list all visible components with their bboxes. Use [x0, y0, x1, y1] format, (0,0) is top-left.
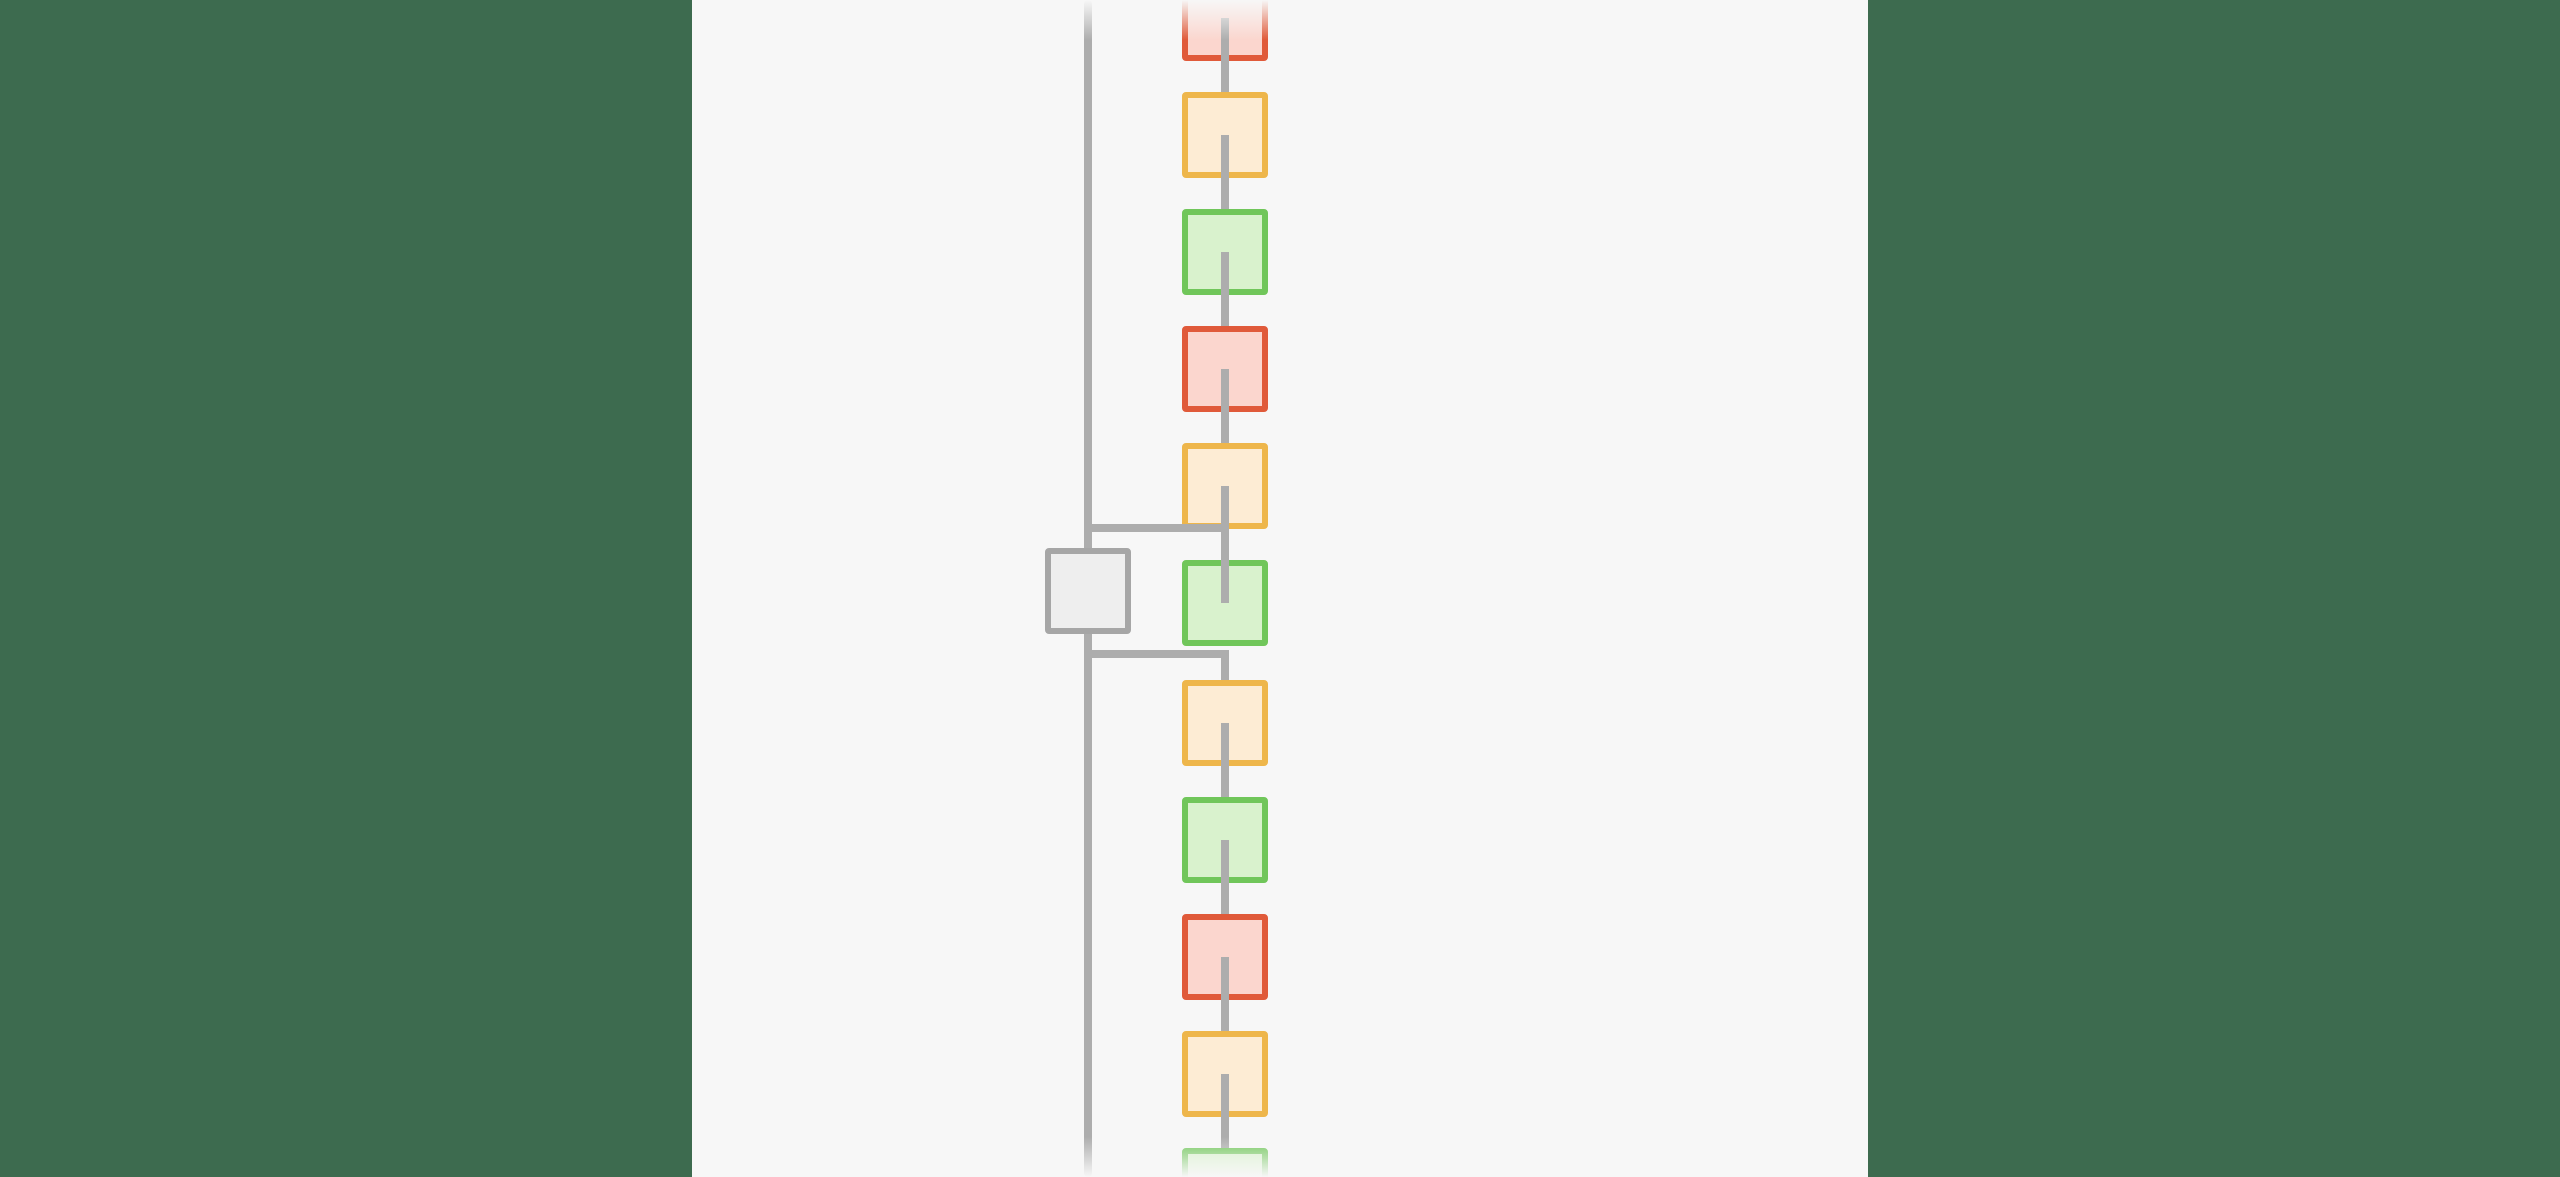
connector-hline: [1084, 650, 1229, 658]
connector-vline: [1084, 528, 1092, 548]
connector-hline: [1088, 524, 1229, 532]
commit-graph[interactable]: [692, 0, 1868, 1177]
connector-vline: [1221, 528, 1229, 603]
graph-node[interactable]: [1045, 548, 1131, 634]
graph-node[interactable]: [1182, 1148, 1268, 1177]
diagram-panel: [692, 0, 1868, 1177]
